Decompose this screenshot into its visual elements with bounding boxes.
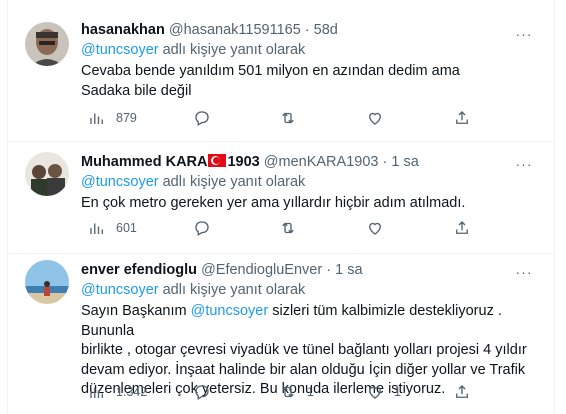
reply-mention-link[interactable]: @tuncsoyer bbox=[81, 42, 159, 58]
tweet[interactable]: Muhammed KARA 1903 @menKARA1903 · 1 sa @t… bbox=[8, 142, 554, 254]
more-options-button[interactable]: ··· bbox=[514, 156, 534, 172]
tweet[interactable]: enver efendioglu @EfendiogluEnver · 1 sa… bbox=[8, 254, 554, 414]
like-icon bbox=[369, 222, 381, 235]
avatar[interactable] bbox=[25, 22, 69, 66]
user-handle[interactable]: @hasanak11591165 bbox=[169, 22, 301, 38]
tweet-text: En çok metro gereken yer ama yıllardır h… bbox=[81, 194, 540, 214]
tweet-header: hasanakhan @hasanak11591165 · 58d bbox=[81, 20, 540, 40]
separator: · bbox=[382, 154, 388, 170]
share-icon bbox=[456, 111, 468, 124]
avatar[interactable] bbox=[25, 260, 69, 304]
like-button[interactable] bbox=[366, 218, 384, 238]
like-button[interactable] bbox=[366, 108, 384, 128]
tweet-mention-link[interactable]: @tuncsoyer bbox=[191, 303, 269, 319]
likes-count: 1 bbox=[394, 385, 401, 399]
tweet-text-prefix: Sayın Başkanım bbox=[81, 303, 191, 319]
reply-thread: hasanakhan @hasanak11591165 · 58d @tuncs… bbox=[7, 0, 555, 414]
reply-label: adlı kişiye yanıt olarak bbox=[158, 282, 306, 298]
retweet-icon bbox=[282, 222, 294, 234]
tweet-text-line: devam ediyor. İnşaat halinde bir alan ol… bbox=[81, 361, 526, 378]
reply-icon bbox=[195, 385, 209, 400]
tweet-text-line: Sadaka bile değil bbox=[81, 82, 192, 99]
views-count: 879 bbox=[116, 111, 137, 125]
share-button[interactable] bbox=[453, 108, 471, 128]
retweet-button[interactable] bbox=[279, 218, 297, 238]
retweet-button[interactable] bbox=[279, 108, 297, 128]
more-options-button[interactable]: ··· bbox=[514, 264, 534, 280]
display-name-suffix[interactable]: 1903 bbox=[227, 154, 259, 170]
like-icon bbox=[369, 112, 381, 125]
reply-context: @tuncsoyer adlı kişiye yanıt olarak bbox=[81, 280, 540, 300]
retweet-button[interactable]: 1 bbox=[279, 382, 314, 402]
reply-icon bbox=[195, 221, 209, 236]
views-icon bbox=[90, 223, 103, 234]
reply-context: @tuncsoyer adlı kişiye yanıt olarak bbox=[81, 172, 540, 192]
views-count: 1.342 bbox=[116, 385, 148, 399]
reply-label: adlı kişiye yanıt olarak bbox=[158, 174, 306, 190]
timestamp[interactable]: 1 sa bbox=[335, 262, 362, 278]
share-icon bbox=[456, 385, 468, 398]
display-name[interactable]: hasanakhan bbox=[81, 22, 165, 38]
share-icon bbox=[456, 221, 468, 234]
reply-button[interactable] bbox=[193, 382, 211, 402]
turkey-flag-icon bbox=[208, 154, 227, 167]
tweet-text-line: Sayın Başkanım @tuncsoyer sizleri tüm ka… bbox=[81, 302, 540, 341]
share-button[interactable] bbox=[453, 382, 471, 402]
timestamp[interactable]: 1 sa bbox=[391, 154, 418, 170]
reply-icon bbox=[195, 111, 209, 126]
separator: · bbox=[304, 22, 310, 38]
views-icon bbox=[90, 387, 103, 398]
tweet-actions: 879 bbox=[81, 108, 481, 128]
tweet[interactable]: hasanakhan @hasanak11591165 · 58d @tuncs… bbox=[8, 0, 554, 142]
share-button[interactable] bbox=[453, 218, 471, 238]
views-button[interactable]: 1.342 bbox=[88, 382, 147, 402]
views-icon bbox=[90, 113, 103, 124]
retweet-icon bbox=[282, 386, 294, 398]
reply-label: adlı kişiye yanıt olarak bbox=[158, 42, 306, 58]
tweet-actions: 1.342 1 1 bbox=[81, 382, 481, 402]
more-options-button[interactable]: ··· bbox=[514, 26, 534, 42]
tweet-text-line: birlikte , otogar çevresi viyadük ve tün… bbox=[81, 342, 527, 359]
tweet-actions: 601 bbox=[81, 218, 481, 238]
views-button[interactable]: 601 bbox=[88, 218, 137, 238]
retweet-icon bbox=[282, 112, 294, 124]
tweet-header: Muhammed KARA 1903 @menKARA1903 · 1 sa bbox=[81, 152, 540, 172]
tweet-text-line: En çok metro gereken yer ama yıllardır h… bbox=[81, 195, 466, 211]
views-count: 601 bbox=[116, 221, 137, 235]
reply-mention-link[interactable]: @tuncsoyer bbox=[81, 282, 159, 298]
tweet-header: enver efendioglu @EfendiogluEnver · 1 sa bbox=[81, 260, 540, 280]
retweets-count: 1 bbox=[307, 385, 314, 399]
display-name[interactable]: enver efendioglu bbox=[81, 262, 197, 278]
views-button[interactable]: 879 bbox=[88, 108, 137, 128]
timestamp[interactable]: 58d bbox=[314, 22, 338, 38]
reply-context: @tuncsoyer adlı kişiye yanıt olarak bbox=[81, 40, 540, 60]
reply-button[interactable] bbox=[193, 108, 211, 128]
reply-mention-link[interactable]: @tuncsoyer bbox=[81, 174, 159, 190]
user-handle[interactable]: @menKARA1903 bbox=[264, 154, 379, 170]
like-button[interactable]: 1 bbox=[366, 382, 401, 402]
user-handle[interactable]: @EfendiogluEnver bbox=[201, 262, 322, 278]
avatar[interactable] bbox=[25, 152, 69, 196]
display-name[interactable]: Muhammed KARA bbox=[81, 154, 207, 170]
reply-button[interactable] bbox=[193, 218, 211, 238]
like-icon bbox=[369, 386, 381, 399]
tweet-text: Cevaba bende yanıldım 501 milyon en azın… bbox=[81, 62, 540, 101]
tweet-text-line: Cevaba bende yanıldım 501 milyon en azın… bbox=[81, 63, 460, 79]
separator: · bbox=[326, 262, 332, 278]
